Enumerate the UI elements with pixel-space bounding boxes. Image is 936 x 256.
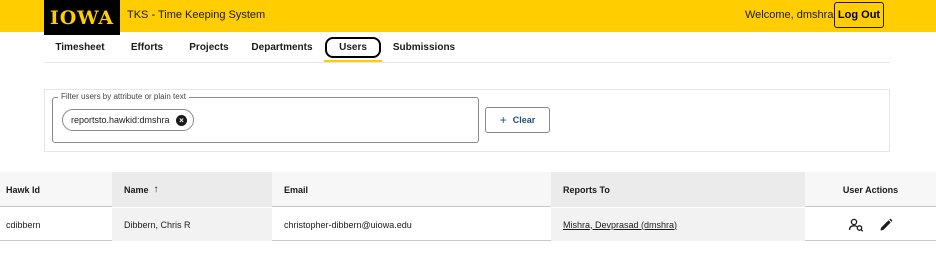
filter-chip-label: reportsto.hawkid:dmshra [71,115,170,125]
column-header-user-actions: User Actions [842,184,899,195]
app-title: TKS - Time Keeping System [127,9,266,21]
filter-label: Filter users by attribute or plain text [58,92,189,101]
welcome-message: Welcome, dmshra [745,9,834,21]
manage-accounts-icon[interactable] [848,217,864,233]
column-header-email[interactable]: Email [272,172,551,207]
cell-user-actions [805,208,936,241]
nav-tabs: Timesheet Efforts Projects Departments U… [44,34,890,63]
clear-button-label: Clear [512,115,536,125]
reports-to-link[interactable]: Mishra, Devprasad (dmshra) [563,220,677,230]
column-header-hawk-id[interactable]: Hawk Id [0,172,112,207]
cell-reports-to: Mishra, Devprasad (dmshra) [551,208,805,241]
active-tab-indicator [324,60,382,62]
cell-email: christopher-dibbern@uiowa.edu [284,219,412,230]
tab-departments[interactable]: Departments [240,34,324,61]
plus-icon: + [499,113,507,127]
column-header-reports-to[interactable]: Reports To [551,172,805,207]
filter-chip[interactable]: reportsto.hawkid:dmshra × [62,109,194,131]
clear-button[interactable]: + Clear [485,107,550,133]
edit-icon[interactable] [878,217,894,233]
tab-projects[interactable]: Projects [178,34,240,61]
column-header-name-label: Name [124,184,149,195]
users-table: Hawk Id Name ↑ Email Reports To User Act… [0,172,936,242]
table-header: Hawk Id Name ↑ Email Reports To User Act… [0,172,936,207]
logo-text: IOWA [49,6,115,29]
close-circle-icon[interactable]: × [176,115,187,126]
sort-ascending-icon: ↑ [153,184,159,195]
cell-hawk-id: cdibbern [6,219,41,230]
iowa-logo[interactable]: IOWA [44,0,120,35]
column-header-name[interactable]: Name ↑ [112,172,272,207]
tab-efforts[interactable]: Efforts [116,34,178,61]
tab-submissions[interactable]: Submissions [386,34,462,61]
table-row: cdibbern Dibbern, Chris R christopher-di… [0,208,936,241]
logout-button[interactable]: Log Out [834,2,884,28]
tab-users[interactable]: Users [325,37,381,58]
cell-name: Dibbern, Chris R [112,208,272,241]
tab-timesheet[interactable]: Timesheet [44,34,116,61]
